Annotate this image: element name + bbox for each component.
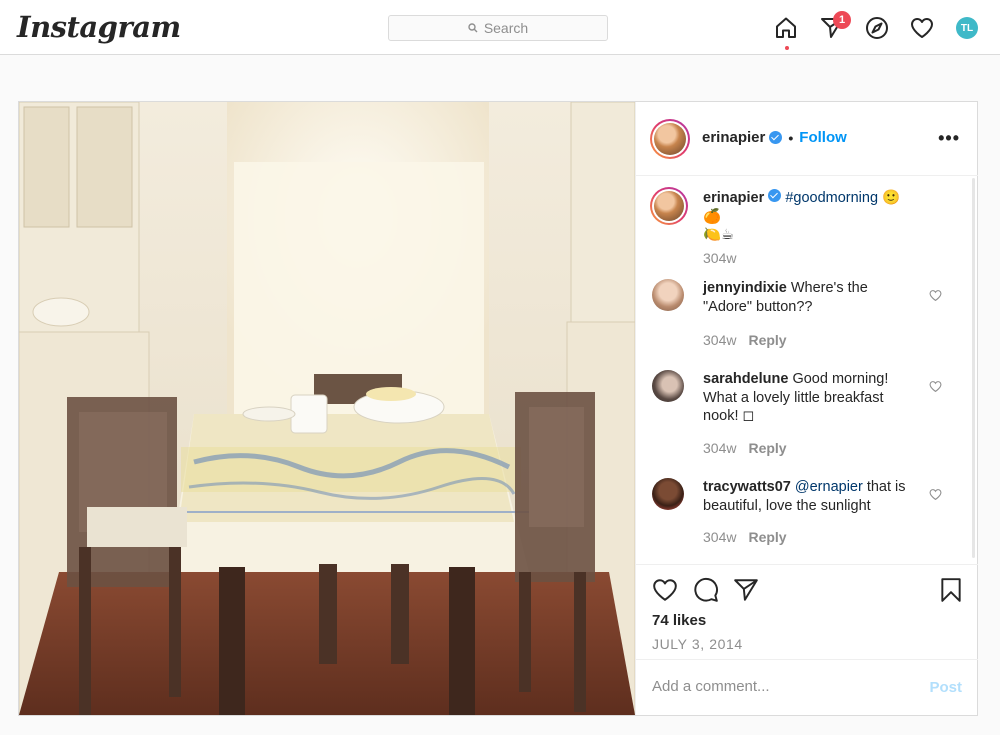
like-heart-icon[interactable] [652,577,678,603]
caption-avatar[interactable] [650,187,688,225]
comment-meta: 304w Reply [703,332,787,348]
instagram-logo[interactable]: Instagram [17,10,181,44]
reply-button[interactable]: Reply [748,529,786,545]
comment-time[interactable]: 304w [703,332,736,348]
like-comment-icon[interactable] [929,488,942,501]
caption-username[interactable]: erinapier [703,190,764,206]
commenter-avatar[interactable] [652,370,684,402]
comment-time[interactable]: 304w [703,529,736,545]
likes-count[interactable]: 74 likes [652,612,706,629]
caption-text: erinapier #goodmorning 🙂🍊 🍋☕ [703,189,918,245]
like-comment-icon[interactable] [929,289,942,302]
comments-scrollbar[interactable] [972,178,975,558]
author-username[interactable]: erinapier [702,129,765,146]
top-navigation-bar: Instagram Search 1 TL [0,0,1000,55]
caption-meta: 304w [703,250,736,266]
commenter-avatar[interactable] [652,478,684,510]
caption-emoji-2: 🍋☕ [703,227,735,243]
post-photo[interactable] [19,102,635,715]
author-line: erinapier • Follow [702,129,847,146]
notification-badge: 1 [833,11,851,29]
search-icon [468,23,478,33]
post-card: erinapier • Follow ••• erinapier #goodmo… [18,101,978,716]
add-comment-input[interactable] [652,678,902,695]
commenter-avatar[interactable] [652,279,684,311]
share-icon[interactable] [733,577,759,603]
breakfast-nook-image [19,102,635,715]
comment-text: sarahdelune Good morning! What a lovely … [703,370,918,426]
comment-mention[interactable]: @ernapier [795,479,863,495]
activity-heart-icon[interactable] [910,16,934,40]
follow-button[interactable]: Follow [799,129,847,146]
add-comment-bar: Post [636,659,978,715]
comment-bubble-icon[interactable] [693,577,719,603]
post-side-panel: erinapier • Follow ••• erinapier #goodmo… [635,102,978,715]
comment-text: tracywatts07 @ernapier that is beautiful… [703,478,918,515]
bookmark-icon[interactable] [938,577,964,603]
reply-button[interactable]: Reply [748,332,786,348]
search-placeholder: Search [483,20,529,36]
comment-meta: 304w Reply [703,440,787,456]
like-comment-icon[interactable] [929,380,942,393]
home-active-dot [785,46,789,50]
caption-hashtag[interactable]: #goodmorning [785,190,878,206]
commenter-username[interactable]: tracywatts07 [703,479,791,495]
post-actions: 74 likes JULY 3, 2014 [636,564,978,659]
commenter-username[interactable]: sarahdelune [703,371,788,387]
post-header: erinapier • Follow ••• [636,102,978,176]
post-date[interactable]: JULY 3, 2014 [652,636,743,652]
commenter-username[interactable]: jennyindixie [703,280,787,296]
author-avatar[interactable] [650,119,690,159]
post-comment-button[interactable]: Post [929,679,962,696]
comment-meta: 304w Reply [703,529,787,545]
search-input[interactable]: Search [388,15,608,41]
reply-button[interactable]: Reply [748,440,786,456]
profile-avatar[interactable]: TL [956,17,978,39]
comments-list[interactable]: erinapier #goodmorning 🙂🍊 🍋☕ 304w jennyi… [636,177,978,563]
more-options-icon[interactable]: ••• [938,128,960,149]
home-icon[interactable] [774,16,798,40]
comment-text: jennyindixie Where's the "Adore" button?… [703,279,918,316]
comment-time[interactable]: 304w [703,440,736,456]
separator-dot: • [788,129,794,146]
verified-badge-icon [769,131,783,144]
caption-time[interactable]: 304w [703,250,736,266]
verified-badge-icon [768,189,782,202]
explore-icon[interactable] [865,16,889,40]
